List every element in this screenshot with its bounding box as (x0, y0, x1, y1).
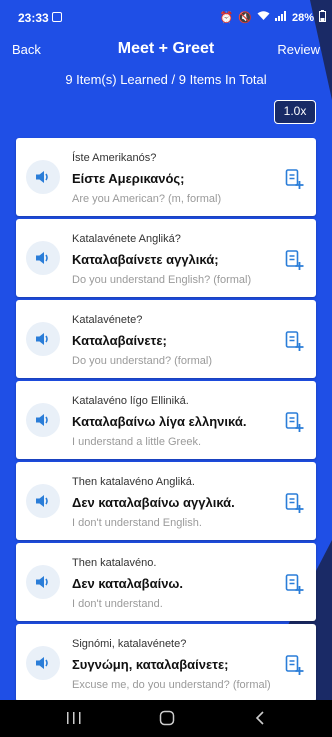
english-translation: I don't understand. (72, 598, 163, 610)
status-time: 23:33 (18, 11, 49, 25)
add-note-icon[interactable] (284, 654, 304, 676)
home-icon[interactable] (157, 709, 177, 727)
transliteration-text: Then katalavéno. (72, 557, 157, 569)
app-header: Back Meet + Greet Review (0, 34, 332, 68)
add-note-icon[interactable] (284, 411, 304, 433)
add-note-icon[interactable] (284, 249, 304, 271)
transliteration-text: Katalavénete Angliká? (72, 233, 181, 245)
speaker-icon[interactable] (26, 241, 60, 275)
transliteration-text: Then katalavéno Angliká. (72, 476, 195, 488)
back-icon[interactable] (250, 709, 270, 727)
greek-phrase: Καταλαβαίνετε; (72, 333, 167, 348)
add-note-icon[interactable] (284, 492, 304, 514)
phrase-card[interactable]: Then katalavéno Angliká. Δεν καταλαβαίνω … (16, 462, 316, 540)
greek-phrase: Είστε Αμερικανός; (72, 171, 185, 186)
review-button[interactable]: Review (277, 42, 320, 57)
greek-phrase: Δεν καταλαβαίνω αγγλικά. (72, 495, 235, 510)
status-bar: 23:33 ⏰ 🔇 28% (0, 0, 332, 34)
english-translation: Do you understand? (formal) (72, 355, 213, 367)
progress-text: 9 Item(s) Learned / 9 Items In Total (65, 72, 267, 87)
mute-icon: 🔇 (238, 12, 252, 24)
phrase-card[interactable]: Signómi, katalavénete? Συγνώμη, καταλαβαί… (16, 624, 316, 702)
recent-apps-icon[interactable] (64, 709, 84, 727)
playback-speed-button[interactable]: 1.0x (274, 100, 316, 124)
battery-level: 28% (291, 11, 314, 24)
speaker-icon[interactable] (26, 565, 60, 599)
greek-phrase: Καταλαβαίνετε αγγλικά; (72, 252, 219, 267)
english-translation: I understand a little Greek. (72, 436, 202, 448)
add-note-icon[interactable] (284, 168, 304, 190)
greek-phrase: Συγνώμη, καταλαβαίνετε; (72, 657, 229, 672)
wifi-icon (257, 11, 270, 24)
status-icons: ⏰ 🔇 28% (220, 10, 326, 25)
english-translation: Do you understand English? (formal) (72, 274, 252, 286)
english-translation: Are you American? (m, formal) (72, 193, 222, 205)
android-nav-bar (0, 700, 332, 737)
alarm-icon: ⏰ (219, 12, 234, 24)
english-translation: Excuse me, do you understand? (formal) (72, 679, 271, 691)
add-note-icon[interactable] (284, 573, 304, 595)
phrase-card[interactable]: Katalavénete Angliká? Καταλαβαίνετε αγγλι… (16, 219, 316, 297)
phrase-card[interactable]: Íste Amerikanós? Είστε Αμερικανός; Are you… (16, 138, 316, 216)
speaker-icon[interactable] (26, 403, 60, 437)
gallery-icon (52, 12, 62, 22)
speaker-icon[interactable] (26, 160, 60, 194)
transliteration-text: Íste Amerikanós? (72, 152, 157, 164)
greek-phrase: Δεν καταλαβαίνω. (72, 576, 184, 591)
transliteration-text: Katalavénete? (72, 314, 143, 326)
speaker-icon[interactable] (26, 646, 60, 680)
speaker-icon[interactable] (26, 484, 60, 518)
phrase-card[interactable]: Katalavéno lígo Elliniká. Καταλαβαίνω λίγ… (16, 381, 316, 459)
phrase-card[interactable]: Katalavénete? Καταλαβαίνετε; Do you unders… (16, 300, 316, 378)
signal-icon (274, 11, 287, 24)
transliteration-text: Katalavéno lígo Elliniká. (72, 395, 189, 407)
transliteration-text: Signómi, katalavénete? (72, 638, 187, 650)
speaker-icon[interactable] (26, 322, 60, 356)
phrase-card[interactable]: Then katalavéno. Δεν καταλαβαίνω. I don't … (16, 543, 316, 621)
english-translation: I don't understand English. (72, 517, 202, 529)
battery-icon (319, 10, 326, 25)
add-note-icon[interactable] (284, 330, 304, 352)
greek-phrase: Καταλαβαίνω λίγα ελληνικά. (72, 414, 247, 429)
